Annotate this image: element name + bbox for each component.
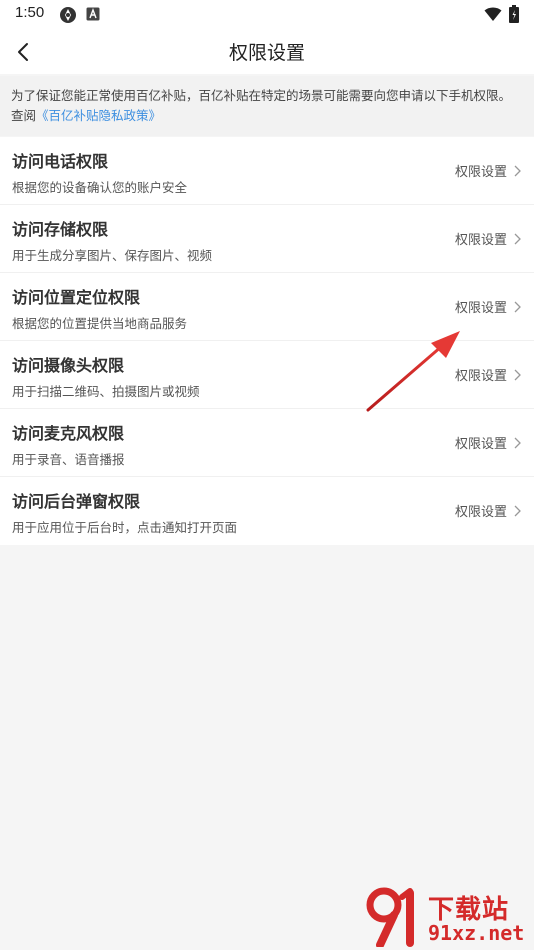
chevron-right-icon	[514, 301, 521, 312]
permission-settings-label: 权限设置	[454, 437, 507, 452]
permission-settings-label: 权限设置	[454, 505, 507, 520]
permission-item-phone[interactable]: 访问电话权限 根据您的设备确认您的账户安全 权限设置	[0, 137, 534, 205]
permission-item-microphone[interactable]: 访问麦克风权限 用于录音、语音播报 权限设置	[0, 409, 534, 477]
permission-settings-button[interactable]: 权限设置	[455, 501, 522, 520]
privacy-notice: 为了保证您能正常使用百亿补贴，百亿补贴在特定的场景可能需要向您申请以下手机权限。…	[0, 76, 534, 136]
chevron-right-icon	[514, 505, 521, 516]
permission-settings-label: 权限设置	[454, 233, 507, 248]
notice-text: 为了保证您能正常使用百亿补贴，百亿补贴在特定的场景可能需要向您申请以下手机权限。…	[11, 86, 523, 126]
chevron-right-icon	[514, 437, 521, 448]
permission-description: 根据您的设备确认您的账户安全	[12, 180, 188, 195]
chevron-right-icon	[514, 233, 521, 244]
wifi-icon	[484, 7, 502, 21]
watermark: 下载站 91xz.net	[360, 885, 532, 947]
permission-settings-button[interactable]: 权限设置	[455, 433, 522, 452]
a-letter-icon	[86, 7, 100, 21]
permission-description: 用于扫描二维码、拍摄图片或视频	[12, 384, 200, 399]
permission-title: 访问位置定位权限	[12, 288, 141, 307]
permission-settings-button[interactable]: 权限设置	[455, 229, 522, 248]
permission-title: 访问存储权限	[12, 220, 109, 239]
privacy-policy-link[interactable]: 《百亿补贴隐私政策》	[36, 108, 161, 123]
permission-item-background-popup[interactable]: 访问后台弹窗权限 用于应用位于后台时，点击通知打开页面 权限设置	[0, 477, 534, 545]
annotation-arrow	[366, 331, 460, 412]
permission-description: 根据您的位置提供当地商品服务	[12, 316, 188, 331]
permission-item-storage[interactable]: 访问存储权限 用于生成分享图片、保存图片、视频 权限设置	[0, 205, 534, 273]
watermark-url: 91xz.net	[428, 921, 525, 945]
page-title: 权限设置	[228, 42, 305, 64]
battery-icon	[509, 5, 519, 23]
permission-title: 访问电话权限	[12, 152, 109, 171]
permission-settings-button[interactable]: 权限设置	[455, 297, 522, 316]
app-header: 权限设置	[0, 30, 534, 74]
permission-title: 访问后台弹窗权限	[12, 492, 141, 511]
status-bar: 1:50	[0, 0, 534, 30]
permission-description: 用于录音、语音播报	[12, 452, 125, 467]
chevron-right-icon	[514, 165, 521, 176]
permission-description: 用于应用位于后台时，点击通知打开页面	[12, 520, 238, 535]
permission-title: 访问摄像头权限	[12, 356, 125, 375]
permission-settings-label: 权限设置	[454, 165, 507, 180]
watermark-logo	[366, 887, 414, 947]
screen: 1:50 权限设置 为了保证您能正常使用百亿补贴，百亿补贴在特定的场景可能需要向…	[0, 0, 534, 950]
app-notification-icon	[60, 7, 76, 23]
permission-description: 用于生成分享图片、保存图片、视频	[12, 248, 213, 263]
permission-title: 访问麦克风权限	[12, 424, 125, 443]
permission-settings-button[interactable]: 权限设置	[455, 161, 522, 180]
status-time: 1:50	[15, 4, 45, 21]
permission-settings-label: 权限设置	[454, 301, 507, 316]
chevron-right-icon	[514, 369, 521, 380]
